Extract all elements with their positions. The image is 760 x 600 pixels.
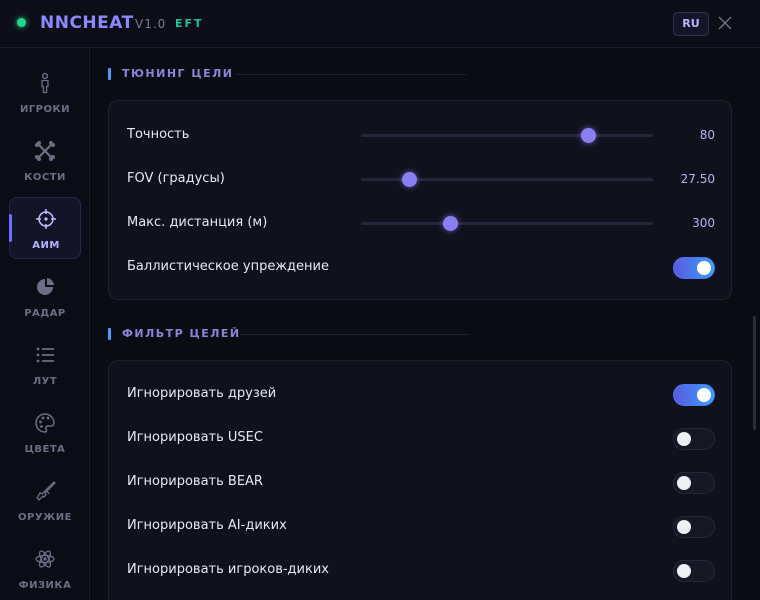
- toggle-knob: [697, 388, 711, 402]
- slider-row-accuracy: Точность 80: [109, 113, 733, 157]
- section-accent-bar: [108, 328, 111, 340]
- sidebar-item-colors[interactable]: ЦВЕТА: [9, 402, 81, 464]
- rifle-icon: [36, 481, 56, 501]
- slider-row-max-distance: Макс. дистанция (м) 300: [109, 201, 733, 245]
- language-button[interactable]: RU: [673, 12, 709, 36]
- slider-label: Точность: [127, 127, 190, 142]
- palette-icon: [35, 413, 55, 433]
- app-game-tag: EFT: [175, 17, 204, 30]
- sidebar-item-aim[interactable]: АИМ: [9, 197, 81, 259]
- section-title: ФИЛЬТР ЦЕЛЕЙ: [122, 327, 241, 340]
- max-distance-slider-thumb[interactable]: [442, 216, 458, 231]
- slider-value: 300: [692, 216, 715, 230]
- sidebar-item-bones[interactable]: КОСТИ: [9, 130, 81, 192]
- toggle-label: Игнорировать BEAR: [127, 474, 263, 489]
- atom-icon: [35, 550, 55, 568]
- max-distance-slider-track[interactable]: [361, 222, 653, 225]
- slider-label: Макс. дистанция (м): [127, 215, 268, 230]
- section-accent-bar: [108, 68, 111, 80]
- slider-label: FOV (градусы): [127, 171, 225, 186]
- app-title: NNCHEAT: [40, 13, 134, 33]
- toggle-row-friends: Игнорировать друзей: [109, 372, 733, 416]
- scrollbar-thumb[interactable]: [753, 316, 756, 430]
- bones-icon: [35, 141, 55, 161]
- ballistic-prediction-toggle[interactable]: [673, 257, 715, 279]
- toggle-knob: [677, 564, 691, 578]
- toggle-row-ai-scavs: Игнорировать AI-диких: [109, 504, 733, 548]
- title-bar: NNCHEAT V1.0 EFT RU: [0, 0, 760, 48]
- section-header-filter: ФИЛЬТР ЦЕЛЕЙ: [108, 326, 508, 342]
- crosshair-icon: [36, 209, 56, 229]
- radar-icon: [37, 278, 54, 295]
- close-icon[interactable]: [717, 15, 733, 31]
- ignore-usec-toggle[interactable]: [673, 428, 715, 450]
- section-divider: [240, 334, 470, 335]
- slider-row-fov: FOV (градусы) 27.50: [109, 157, 733, 201]
- sidebar-item-players[interactable]: ИГРОКИ: [9, 62, 81, 124]
- ignore-bear-toggle[interactable]: [673, 472, 715, 494]
- list-icon: [36, 347, 54, 363]
- sidebar-item-weapons[interactable]: ОРУЖИЕ: [9, 470, 81, 532]
- sidebar-item-label: РАДАР: [24, 308, 66, 319]
- toggle-label: Баллистическое упреждение: [127, 259, 329, 274]
- sidebar-item-label: ЛУТ: [32, 376, 58, 387]
- ignore-player-scavs-toggle[interactable]: [673, 560, 715, 582]
- ignore-ai-scavs-toggle[interactable]: [673, 516, 715, 538]
- sidebar-item-radar[interactable]: РАДАР: [9, 266, 81, 328]
- ignore-friends-toggle[interactable]: [673, 384, 715, 406]
- status-indicator: [17, 18, 26, 27]
- toggle-row-bear: Игнорировать BEAR: [109, 460, 733, 504]
- sidebar-item-label: АИМ: [32, 240, 60, 251]
- slider-value: 27.50: [680, 172, 715, 186]
- sidebar-item-label: ИГРОКИ: [19, 104, 71, 115]
- sidebar-item-label: КОСТИ: [24, 172, 66, 183]
- section-title: ТЮНИНГ ЦЕЛИ: [122, 67, 234, 80]
- content-panel: ТЮНИНГ ЦЕЛИ Точность 80 FOV (градусы) 27…: [91, 48, 760, 600]
- toggle-knob: [697, 261, 711, 275]
- toggle-knob: [677, 520, 691, 534]
- toggle-row-usec: Игнорировать USEC: [109, 416, 733, 460]
- toggle-label: Игнорировать USEC: [127, 430, 263, 445]
- filter-card: Игнорировать друзей Игнорировать USEC Иг…: [108, 360, 732, 600]
- toggle-row-player-scavs: Игнорировать игроков-диких: [109, 548, 733, 592]
- toggle-label: Игнорировать игроков-диких: [127, 562, 329, 577]
- accuracy-slider-thumb[interactable]: [581, 128, 597, 143]
- app-version: V1.0: [135, 17, 167, 31]
- accuracy-slider-track[interactable]: [361, 134, 653, 137]
- sidebar-item-label: ОРУЖИЕ: [18, 512, 72, 523]
- fov-slider-thumb[interactable]: [401, 172, 417, 187]
- sidebar-item-label: ФИЗИКА: [18, 580, 72, 591]
- toggle-label: Игнорировать друзей: [127, 386, 277, 401]
- sidebar-item-physics[interactable]: ФИЗИКА: [9, 538, 81, 600]
- section-header-tuning: ТЮНИНГ ЦЕЛИ: [108, 66, 508, 82]
- toggle-label: Игнорировать AI-диких: [127, 518, 287, 533]
- person-icon: [41, 72, 49, 94]
- toggle-row-ballistic: Баллистическое упреждение: [109, 245, 733, 289]
- slider-value: 80: [699, 128, 715, 142]
- toggle-knob: [677, 432, 691, 446]
- sidebar: ИГРОКИ КОСТИ АИМ РАДАР ЛУТ ЦВЕТА ОРУЖИЕ …: [0, 48, 90, 600]
- sidebar-item-loot[interactable]: ЛУТ: [9, 334, 81, 396]
- toggle-knob: [677, 476, 691, 490]
- sidebar-item-label: ЦВЕТА: [24, 444, 66, 455]
- tuning-card: Точность 80 FOV (градусы) 27.50 Макс. ди…: [108, 100, 732, 300]
- section-divider: [236, 74, 466, 75]
